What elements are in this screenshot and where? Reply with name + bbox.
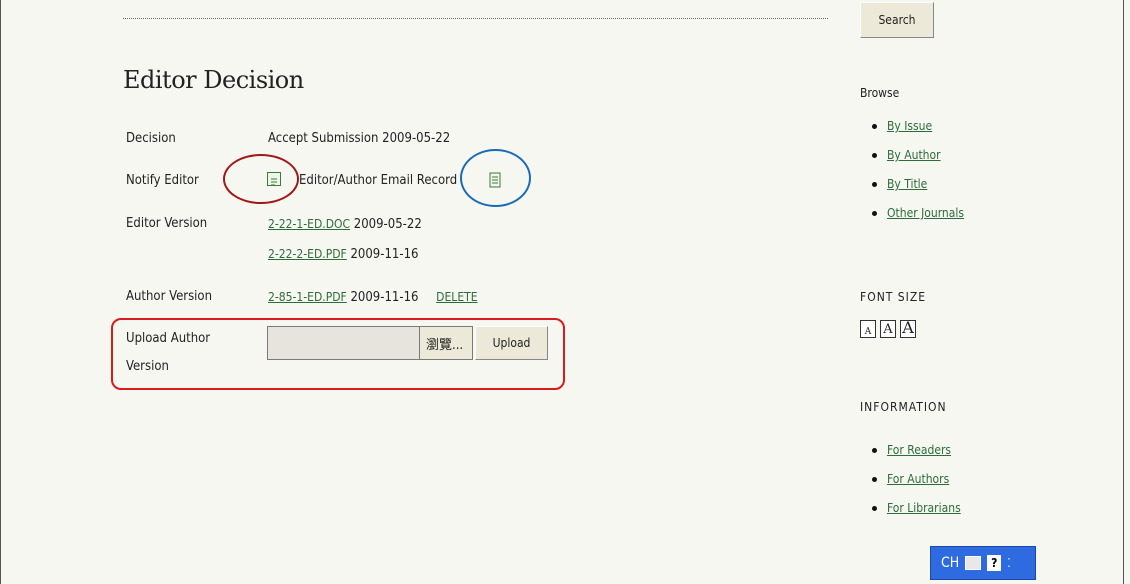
bullet-icon xyxy=(872,124,877,129)
notify-editor-label: Notify Editor xyxy=(126,173,199,188)
for-authors-link[interactable]: For Authors xyxy=(887,472,949,486)
browse-heading: Browse xyxy=(860,86,900,100)
font-medium-button[interactable]: A xyxy=(880,320,896,338)
browse-by-title-link[interactable]: By Title xyxy=(887,177,927,191)
decision-label: Decision xyxy=(126,131,176,146)
list-item: By Title xyxy=(872,170,964,199)
bullet-icon xyxy=(872,153,877,158)
bullet-icon xyxy=(872,448,877,453)
editor-version-label: Editor Version xyxy=(126,216,208,231)
editor-file-link[interactable]: 2-22-2-ED.PDF xyxy=(268,247,347,261)
information-list: For Readers For Authors For Librarians xyxy=(872,436,961,523)
browse-by-issue-link[interactable]: By Issue xyxy=(887,119,932,133)
author-file-date: 2009-11-16 xyxy=(350,290,419,305)
font-size-heading: FONT SIZE xyxy=(860,290,927,304)
divider xyxy=(123,18,828,19)
language-label[interactable]: CH xyxy=(941,555,959,571)
for-librarians-link[interactable]: For Librarians xyxy=(887,501,961,515)
page-title: Editor Decision xyxy=(123,66,304,94)
keyboard-icon[interactable] xyxy=(965,556,982,570)
decision-value: Accept Submission 2009-05-22 xyxy=(268,131,451,146)
more-options-icon[interactable]: ⁚ xyxy=(1007,557,1010,569)
editor-file-date: 2009-11-16 xyxy=(350,247,419,262)
other-journals-link[interactable]: Other Journals xyxy=(887,206,964,220)
help-icon[interactable]: ? xyxy=(987,555,1002,571)
information-heading: INFORMATION xyxy=(860,400,947,414)
language-bar[interactable]: CH ? ⁚ xyxy=(930,546,1036,580)
editor-file-date: 2009-05-22 xyxy=(353,217,422,232)
highlight-rectangle-red xyxy=(111,318,565,390)
editor-version-file-row: 2-22-1-ED.DOC 2009-05-22 xyxy=(268,215,422,234)
highlight-circle-red xyxy=(223,154,299,204)
list-item: For Librarians xyxy=(872,494,961,523)
font-small-button[interactable]: A xyxy=(860,320,876,338)
font-size-controls: A A A xyxy=(860,318,916,338)
editor-file-link[interactable]: 2-22-1-ED.DOC xyxy=(268,217,350,231)
bullet-icon xyxy=(872,182,877,187)
email-record-label: Editor/Author Email Record xyxy=(299,173,458,188)
author-file-link[interactable]: 2-85-1-ED.PDF xyxy=(268,290,347,304)
list-item: Other Journals xyxy=(872,199,964,228)
author-version-label: Author Version xyxy=(126,289,212,304)
delete-link[interactable]: DELETE xyxy=(436,290,477,304)
bullet-icon xyxy=(872,506,877,511)
browse-by-author-link[interactable]: By Author xyxy=(887,148,941,162)
for-readers-link[interactable]: For Readers xyxy=(887,443,951,457)
author-version-file-row: 2-85-1-ED.PDF 2009-11-16 DELETE xyxy=(268,288,478,307)
browse-list: By Issue By Author By Title Other Journa… xyxy=(872,112,964,228)
list-item: By Author xyxy=(872,141,964,170)
list-item: By Issue xyxy=(872,112,964,141)
editor-version-file-row: 2-22-2-ED.PDF 2009-11-16 xyxy=(268,245,418,264)
font-large-button[interactable]: A xyxy=(900,318,916,338)
bullet-icon xyxy=(872,477,877,482)
highlight-circle-blue xyxy=(460,149,531,207)
list-item: For Readers xyxy=(872,436,961,465)
search-button[interactable]: Search xyxy=(860,2,934,38)
bullet-icon xyxy=(872,211,877,216)
list-item: For Authors xyxy=(872,465,961,494)
